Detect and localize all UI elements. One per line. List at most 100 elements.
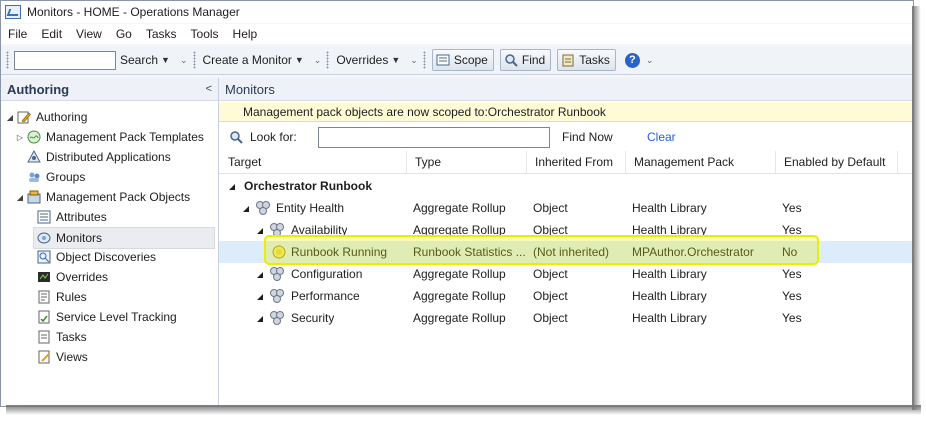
- group-row[interactable]: ◢ Orchestrator Runbook: [219, 175, 913, 197]
- cell-inherited-from: Object: [533, 311, 568, 325]
- tasks-button[interactable]: Tasks: [557, 49, 616, 71]
- search-label: Search: [120, 53, 159, 67]
- magnifier-icon: [504, 53, 518, 67]
- frame-shadow-right: [912, 6, 921, 410]
- tree-item-service-level-tracking[interactable]: Service Level Tracking: [37, 307, 177, 327]
- collapse-arrow-icon[interactable]: ◢: [257, 307, 263, 329]
- tasks-label: Tasks: [579, 53, 610, 67]
- tree-item-views[interactable]: Views: [37, 347, 88, 367]
- overrides-icon: [37, 270, 51, 284]
- tree-item-label: Views: [56, 350, 88, 364]
- scope-info-text: Management pack objects are now scoped t…: [243, 104, 606, 119]
- results-pane-header: Monitors: [219, 78, 913, 101]
- collapse-arrow-icon[interactable]: ◢: [243, 197, 249, 219]
- create-monitor-label: Create a Monitor: [202, 53, 292, 67]
- tree-item-rules[interactable]: Rules: [37, 287, 87, 307]
- aggregate-monitor-icon: [255, 197, 271, 219]
- find-now-button[interactable]: Find Now: [562, 130, 613, 144]
- collapse-arrow-icon[interactable]: ◢: [257, 263, 263, 285]
- authoring-icon: [17, 110, 31, 124]
- expand-arrow-icon[interactable]: ▷: [15, 133, 25, 142]
- app-icon: [5, 5, 21, 19]
- tree-item-monitors[interactable]: Monitors: [33, 227, 215, 249]
- overflow-icon[interactable]: ⌄: [646, 55, 654, 66]
- tree-item-attributes[interactable]: Attributes: [37, 207, 107, 227]
- cell-inherited-from: Object: [533, 201, 568, 215]
- tree-item-label: Attributes: [56, 210, 107, 224]
- column-header-management-pack[interactable]: Management Pack: [626, 151, 776, 173]
- search-input[interactable]: [14, 50, 116, 70]
- cell-type: Aggregate Rollup: [413, 201, 506, 215]
- menu-help[interactable]: Help: [226, 27, 265, 41]
- collapse-arrow-icon[interactable]: ◢: [5, 113, 15, 122]
- collapse-arrow-icon[interactable]: ◢: [257, 219, 263, 241]
- menu-tasks[interactable]: Tasks: [139, 27, 184, 41]
- overflow-icon[interactable]: ⌄: [314, 55, 322, 66]
- distributed-app-icon: [27, 149, 41, 164]
- tree-item-overrides[interactable]: Overrides: [37, 267, 108, 287]
- cell-enabled: Yes: [782, 289, 802, 303]
- results-pane-title: Monitors: [225, 81, 275, 97]
- find-button[interactable]: Find: [499, 49, 552, 71]
- toolbar-grip[interactable]: [326, 51, 330, 69]
- title-bar: Monitors - HOME - Operations Manager: [1, 1, 913, 23]
- aggregate-monitor-icon: [269, 285, 285, 307]
- cell-type: Aggregate Rollup: [413, 267, 506, 281]
- column-header-inherited-from[interactable]: Inherited From: [527, 151, 626, 173]
- cell-inherited-from: Object: [533, 289, 568, 303]
- cell-management-pack: Health Library: [632, 267, 707, 281]
- tree-item-label: Tasks: [56, 330, 87, 344]
- tree-item-groups[interactable]: Groups: [27, 167, 85, 187]
- toolbar-grip[interactable]: [192, 51, 196, 69]
- create-monitor-button[interactable]: Create a Monitor ▼: [199, 53, 308, 67]
- tree-item-authoring[interactable]: ◢ Authoring: [5, 107, 87, 127]
- table-row[interactable]: ◢ Entity Health Aggregate Rollup Object …: [219, 197, 913, 219]
- tree-item-tasks[interactable]: Tasks: [37, 327, 87, 347]
- tree-item-object-discoveries[interactable]: Object Discoveries: [37, 247, 156, 267]
- tree-item-label: Authoring: [36, 110, 88, 124]
- discoveries-icon: [37, 250, 51, 264]
- table-row[interactable]: ◢ Configuration Aggregate Rollup Object …: [219, 263, 913, 285]
- tree-item-mp-templates[interactable]: ▷ Management Pack Templates: [15, 127, 204, 147]
- overrides-button[interactable]: Overrides ▼: [332, 53, 404, 67]
- table-row[interactable]: ◢ Security Aggregate Rollup Object Healt…: [219, 307, 913, 329]
- clear-link[interactable]: Clear: [647, 130, 676, 144]
- menu-view[interactable]: View: [69, 27, 109, 41]
- sla-icon: [37, 310, 51, 324]
- column-header-target[interactable]: Target: [219, 151, 407, 173]
- navigation-pane: Authoring < ◢ Authoring ▷ Management Pac…: [1, 78, 219, 406]
- rules-icon: [37, 290, 51, 304]
- menu-bar: File Edit View Go Tasks Tools Help: [1, 24, 913, 44]
- aggregate-monitor-icon: [269, 307, 285, 329]
- menu-tools[interactable]: Tools: [184, 27, 226, 41]
- collapse-arrow-icon[interactable]: ◢: [257, 285, 263, 307]
- tree-item-label: Groups: [46, 170, 86, 184]
- table-row[interactable]: ◢ Performance Aggregate Rollup Object He…: [219, 285, 913, 307]
- toolbar-grip[interactable]: [6, 51, 9, 69]
- column-headers: Target Type Inherited From Management Pa…: [219, 151, 913, 174]
- look-for-input[interactable]: [318, 127, 550, 148]
- column-header-enabled-by-default[interactable]: Enabled by Default: [776, 151, 898, 173]
- cell-inherited-from: Object: [533, 267, 568, 281]
- search-icon: [229, 130, 243, 147]
- tree-item-label: Service Level Tracking: [56, 310, 177, 324]
- collapse-arrow-icon[interactable]: ◢: [15, 193, 25, 202]
- tree-item-mp-objects[interactable]: ◢ Management Pack Objects: [15, 187, 190, 207]
- menu-go[interactable]: Go: [109, 27, 139, 41]
- cell-management-pack: Health Library: [632, 201, 707, 215]
- column-header-type[interactable]: Type: [407, 151, 527, 173]
- overflow-icon[interactable]: ⌄: [180, 55, 188, 66]
- overflow-icon[interactable]: ⌄: [410, 55, 418, 66]
- scope-button[interactable]: Scope: [431, 49, 494, 71]
- help-icon[interactable]: ?: [624, 52, 640, 68]
- tree-item-label: Distributed Applications: [46, 150, 171, 164]
- collapse-arrow-icon[interactable]: ◢: [229, 175, 235, 197]
- groups-icon: [27, 170, 41, 184]
- frame-shadow-bottom: [6, 405, 921, 415]
- menu-edit[interactable]: Edit: [34, 27, 69, 41]
- toolbar-grip[interactable]: [422, 51, 426, 69]
- collapse-pane-icon[interactable]: <: [206, 83, 212, 95]
- search-button[interactable]: Search ▼: [116, 53, 174, 67]
- tree-item-distributed-applications[interactable]: Distributed Applications: [27, 147, 171, 167]
- menu-file[interactable]: File: [1, 27, 34, 41]
